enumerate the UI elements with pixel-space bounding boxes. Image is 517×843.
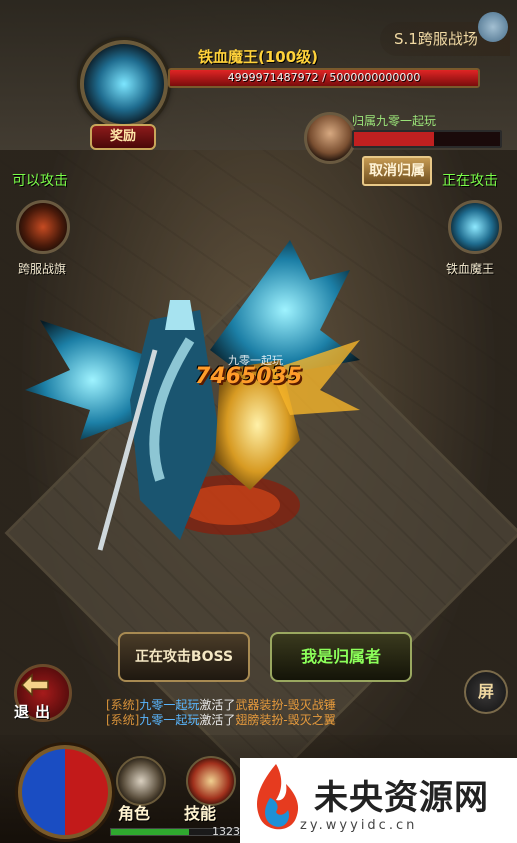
attacking-boss-button[interactable]: 正在攻击BOSS [118,632,250,682]
boss-target-icon[interactable] [448,200,502,254]
server-globe-icon[interactable] [478,12,508,42]
right-attack-status: 正在攻击 [442,173,498,189]
log-verb: 激活了 [199,713,236,727]
role-helmet-icon[interactable] [116,756,166,806]
log-item[interactable]: 武器装扮-毁灭战锤 [235,698,335,712]
exit-label[interactable]: 退出 [14,701,56,722]
log-item[interactable]: 翅膀装扮-毁灭之翼 [235,713,335,727]
boss-name: 铁血魔王(100级) [198,48,319,66]
skill-scroll-icon[interactable] [186,756,236,806]
screen-toggle-button[interactable]: 屏 [464,670,508,714]
i-am-owner-button[interactable]: 我是归属者 [270,632,412,682]
watermark-flame-logo [257,764,299,830]
cancel-ownership-button[interactable]: 取消归属 [362,156,432,186]
boss-hp-bar: 4999971487972 / 5000000000000 [168,68,480,88]
log-tag: [系统] [106,713,140,727]
exp-fill [111,829,189,835]
dragon-boss-sprite[interactable] [20,240,360,560]
hp-mp-orb-icon [18,745,112,839]
log-verb: 激活了 [199,698,236,712]
left-attack-status: 可以攻击 [12,173,68,189]
role-menu-label[interactable]: 角色 [118,800,150,824]
owner-hp-bar [352,130,502,148]
level-number: 1323 [212,825,240,838]
boss-hp-text: 4999971487972 / 5000000000000 [227,71,421,84]
skill-menu-label[interactable]: 技能 [184,800,216,824]
watermark-title: 未央资源网 [314,778,489,818]
owner-hp-fill [354,132,435,146]
system-message-log: [系统]九零一起玩激活了武器装扮-毁灭战锤 [系统]九零一起玩激活了翅膀装扮-毁… [106,698,406,728]
system-message-line: [系统]九零一起玩激活了武器装扮-毁灭战锤 [106,698,406,713]
reward-button[interactable]: 奖励 [90,124,156,150]
boss-portrait-icon[interactable] [80,40,168,128]
war-flag-icon[interactable] [16,200,70,254]
log-player[interactable]: 九零一起玩 [139,713,199,727]
watermark-url: zy.wyyidc.cn [300,818,418,833]
owner-avatar-icon[interactable] [304,112,356,164]
log-tag: [系统] [106,698,140,712]
damage-number: 7465035 [195,364,303,389]
war-flag-caption: 跨服战旗 [18,262,67,276]
system-message-line: [系统]九零一起玩激活了翅膀装扮-毁灭之翼 [106,713,406,728]
owner-name: 归属九零一起玩 [352,114,437,128]
log-player[interactable]: 九零一起玩 [139,698,199,712]
boss-target-caption: 铁血魔王 [446,262,495,276]
